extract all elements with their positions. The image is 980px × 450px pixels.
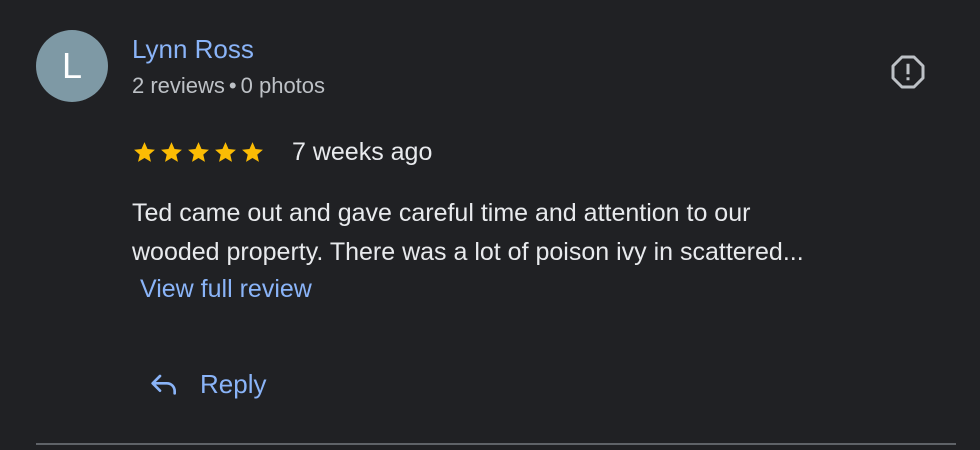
avatar[interactable]: L [36,30,108,102]
report-review-button[interactable] [886,50,930,94]
review-date: 7 weeks ago [292,137,433,166]
meta-separator: • [228,73,237,98]
review-text-line: wooded property. There was a lot of pois… [132,238,804,266]
review-text-line: Ted came out and gave careful time and a… [132,199,751,227]
reviewer-name[interactable]: Lynn Ross [132,34,254,65]
star-icon [215,141,236,162]
reviewer-review-count: 2 reviews [132,73,225,98]
star-icon [242,141,263,162]
rating-row: 7 weeks ago [132,134,432,170]
report-octagon-icon [891,55,925,89]
reply-arrow-icon [151,374,176,395]
reviewer-photo-count: 0 photos [240,73,326,98]
reviewer-meta: 2 reviews • 0 photos [132,73,325,99]
reply-label: Reply [200,368,267,399]
divider [36,443,956,445]
star-rating [132,140,265,165]
star-icon [134,141,155,162]
review-text: Ted came out and gave careful time and a… [132,194,932,272]
view-full-review-link[interactable]: View full review [140,275,312,304]
star-icon [188,141,209,162]
star-icon [161,141,182,162]
reply-button[interactable]: Reply [148,362,266,406]
